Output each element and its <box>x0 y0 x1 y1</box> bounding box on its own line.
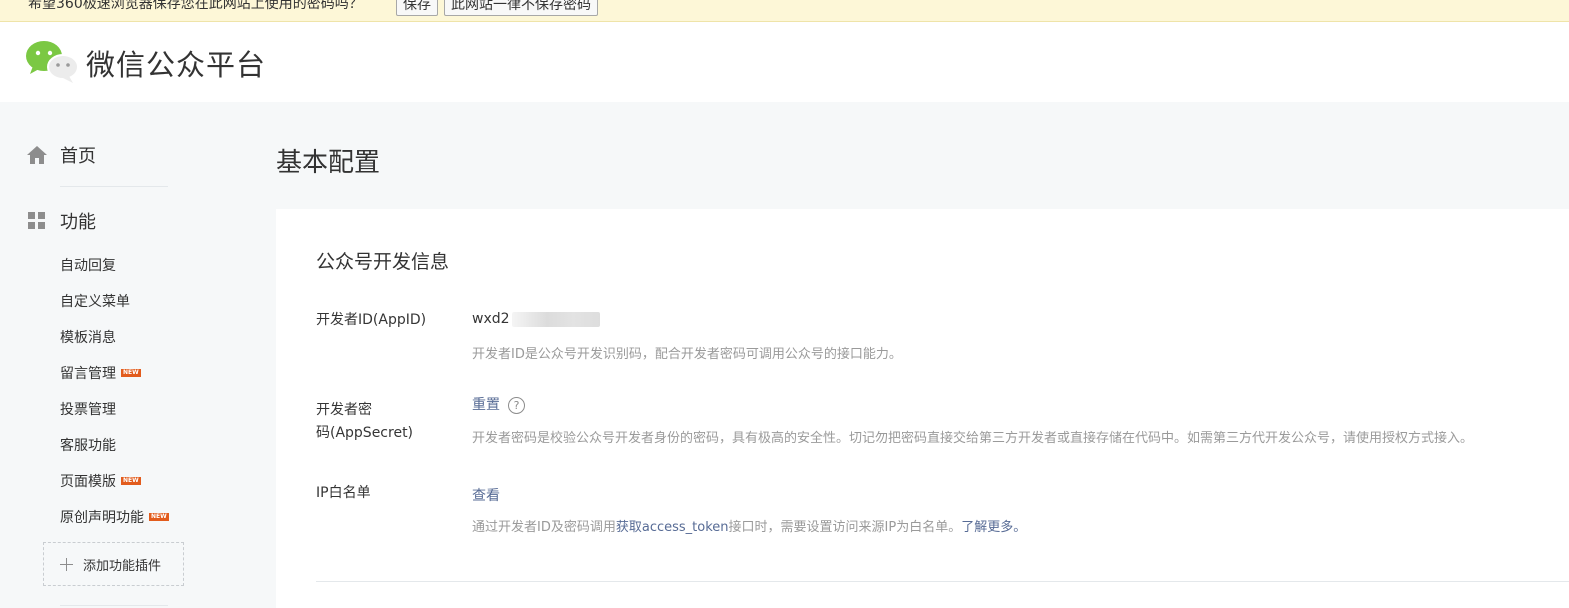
sidebar-item-label: 留言管理 <box>60 366 116 382</box>
appsecret-label: 开发者密 码(AppSecret) <box>316 399 456 445</box>
sidebar-item-custom-menu[interactable]: 自定义菜单 <box>60 291 130 311</box>
new-badge: NEW <box>121 477 141 485</box>
sidebar-item-home-label: 首页 <box>60 146 96 167</box>
appsecret-description: 开发者密码是校验公众号开发者身份的密码，具有极高的安全性。切记勿把密码直接交给第… <box>472 431 1474 446</box>
sidebar-item-label: 原创声明功能 <box>60 510 144 526</box>
ip-whitelist-actions: 查看 <box>472 485 500 505</box>
sidebar-item-home[interactable]: 首页 <box>26 142 96 168</box>
reset-secret-link[interactable]: 重置 <box>472 397 500 413</box>
add-plugin-label: 添加功能插件 <box>83 558 162 574</box>
sidebar-section-features[interactable]: 功能 <box>26 208 96 234</box>
appid-value[interactable]: wxd2 <box>472 311 600 327</box>
new-badge: NEW <box>149 513 169 521</box>
ip-desc-prefix: 通过开发者ID及密码调用 <box>472 520 616 535</box>
save-password-button[interactable]: 保存 <box>396 0 438 16</box>
home-icon <box>27 146 47 164</box>
sidebar-item-label: 页面模版 <box>60 474 116 490</box>
password-save-message: 希望360极速浏览器保存您在此网站上使用的密码吗？ <box>28 0 363 12</box>
header: 微信公众平台 <box>0 22 1569 102</box>
view-whitelist-link[interactable]: 查看 <box>472 488 500 504</box>
learn-more-link[interactable]: 了解更多。 <box>961 520 1026 535</box>
password-save-bar: 希望360极速浏览器保存您在此网站上使用的密码吗？ 保存 此网站一律不保存密码 <box>0 0 1569 22</box>
sidebar-item-customer-service[interactable]: 客服功能 <box>60 435 116 455</box>
section-title: 公众号开发信息 <box>316 251 450 273</box>
ip-whitelist-label: IP白名单 <box>316 485 371 501</box>
appid-label: 开发者ID(AppID) <box>316 312 427 328</box>
ip-whitelist-description: 通过开发者ID及密码调用获取access_token接口时，需要设置访问来源IP… <box>472 516 1026 535</box>
never-save-password-button[interactable]: 此网站一律不保存密码 <box>444 0 598 16</box>
sidebar-item-label: 客服功能 <box>60 438 116 454</box>
redacted-mask <box>511 311 600 327</box>
ip-desc-middle: 接口时，需要设置访问来源IP为白名单。 <box>728 520 962 535</box>
add-plugin-button[interactable]: 添加功能插件 <box>43 542 184 586</box>
help-icon[interactable]: ? <box>508 396 525 414</box>
sidebar-item-label: 投票管理 <box>60 402 116 418</box>
section-divider <box>316 581 1569 582</box>
plus-icon <box>60 557 73 571</box>
sidebar-item-label: 自动回复 <box>60 258 116 274</box>
sidebar-item-original-declaration[interactable]: 原创声明功能 NEW <box>60 507 169 527</box>
sidebar-item-label: 自定义菜单 <box>60 294 130 310</box>
appid-description: 开发者ID是公众号开发识别码，配合开发者密码可调用公众号的接口能力。 <box>472 347 902 362</box>
developer-info-panel: 公众号开发信息 开发者ID(AppID) wxd2 开发者ID是公众号开发识别码… <box>276 209 1569 608</box>
sidebar: 首页 功能 自动回复 自定义菜单 模板消息 留言管理 NEW 投票管理 客服功能… <box>0 102 275 608</box>
sidebar-item-comment-management[interactable]: 留言管理 NEW <box>60 363 141 383</box>
sidebar-item-page-template[interactable]: 页面模版 NEW <box>60 471 141 491</box>
sidebar-divider <box>60 605 168 606</box>
sidebar-item-auto-reply[interactable]: 自动回复 <box>60 255 116 275</box>
sidebar-section-features-label: 功能 <box>60 212 96 233</box>
wechat-logo-icon[interactable] <box>25 40 79 84</box>
logo-text[interactable]: 微信公众平台 <box>86 42 266 84</box>
page-title: 基本配置 <box>276 148 381 178</box>
access-token-link[interactable]: 获取access_token <box>616 520 729 535</box>
grid-icon <box>28 212 45 229</box>
appsecret-label-line1: 开发者密 <box>316 402 372 418</box>
appsecret-label-line2: 码(AppSecret) <box>316 425 414 441</box>
new-badge: NEW <box>121 369 141 377</box>
sidebar-item-label: 模板消息 <box>60 330 116 346</box>
sidebar-item-vote-management[interactable]: 投票管理 <box>60 399 116 419</box>
appid-text: wxd2 <box>472 311 510 327</box>
sidebar-divider <box>60 186 168 187</box>
sidebar-item-template-message[interactable]: 模板消息 <box>60 327 116 347</box>
appsecret-actions: 重置? <box>472 394 525 414</box>
